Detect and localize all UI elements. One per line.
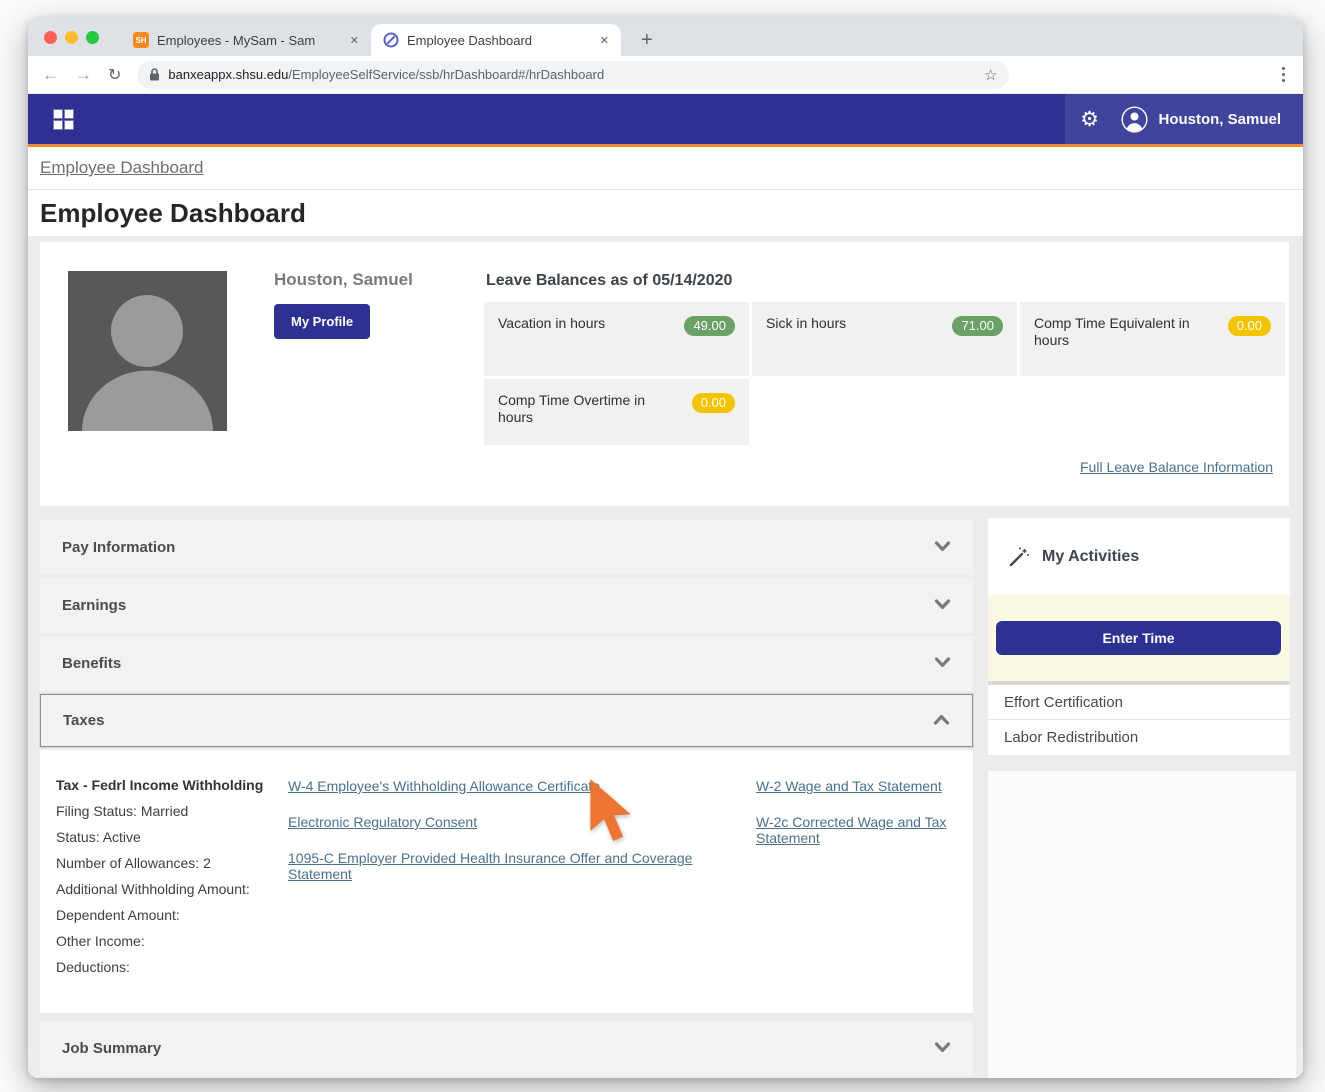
chevron-up-icon <box>933 712 950 730</box>
back-button[interactable]: ← <box>42 65 59 85</box>
chevron-down-icon <box>934 655 951 673</box>
balance-label: Comp Time Equivalent in hours <box>1034 315 1196 363</box>
tax-details: Tax - Fedrl Income Withholding Filing St… <box>56 772 263 980</box>
balance-value-badge: 0.00 <box>692 393 735 413</box>
tax-detail-line: Filing Status: Married <box>56 798 263 824</box>
profile-name: Houston, Samuel <box>274 270 413 290</box>
page-title: Employee Dashboard <box>28 190 1303 236</box>
chevron-down-icon <box>934 1040 951 1058</box>
tax-detail-line: Deductions: <box>56 954 263 980</box>
w2-statement-link[interactable]: W-2 Wage and Tax Statement <box>756 778 956 794</box>
tax-detail-line: Dependent Amount: <box>56 902 263 928</box>
chevron-down-icon <box>934 539 951 557</box>
browser-menu-icon[interactable] <box>1278 63 1289 86</box>
accordion-group: Pay Information Earnings Benefits Taxes <box>40 520 973 1078</box>
accordion-label: Pay Information <box>62 539 175 556</box>
breadcrumb-link[interactable]: Employee Dashboard <box>40 158 203 178</box>
tab-title: Employee Dashboard <box>407 33 532 48</box>
tax-links-column-2: W-2 Wage and Tax Statement W-2c Correcte… <box>756 778 956 866</box>
balance-card-vacation: Vacation in hours 49.00 <box>484 302 749 376</box>
w2c-statement-link[interactable]: W-2c Corrected Wage and Tax Statement <box>756 814 956 846</box>
balance-value-badge: 71.00 <box>952 316 1003 336</box>
my-activities-header: My Activities <box>988 518 1290 595</box>
close-window-button[interactable] <box>44 31 57 44</box>
tax-detail-line: Status: Active <box>56 824 263 850</box>
tax-detail-line: Tax - Fedrl Income Withholding <box>56 772 263 798</box>
full-leave-balance-link[interactable]: Full Leave Balance Information <box>1080 459 1273 475</box>
user-avatar-icon <box>1121 106 1148 133</box>
chevron-down-icon <box>934 597 951 615</box>
tax-detail-line: Additional Withholding Amount: <box>56 876 263 902</box>
tab-close-icon[interactable]: ✕ <box>600 34 609 47</box>
app-menu-grid-icon[interactable] <box>54 110 73 129</box>
tax-detail-line: Number of Allowances: 2 <box>56 850 263 876</box>
balance-value-badge: 49.00 <box>684 316 735 336</box>
browser-window: SH Employees - MySam - Sam Ho ✕ Employee… <box>28 18 1303 1078</box>
profile-photo <box>68 271 227 431</box>
breadcrumb: Employee Dashboard <box>28 147 1303 189</box>
tax-detail-line: Other Income: <box>56 928 263 954</box>
activity-item-labor-redistribution[interactable]: Labor Redistribution <box>988 720 1290 755</box>
bookmark-star-icon[interactable]: ☆ <box>984 66 997 84</box>
zoom-window-button[interactable] <box>86 31 99 44</box>
tab-mysam[interactable]: SH Employees - MySam - Sam Ho ✕ <box>121 24 371 56</box>
accordion-job-summary[interactable]: Job Summary <box>40 1021 973 1076</box>
url-path: /EmployeeSelfService/ssb/hrDashboard#/hr… <box>288 67 604 82</box>
empty-side-panel <box>988 771 1296 1078</box>
balance-card-comp-equivalent: Comp Time Equivalent in hours 0.00 <box>1020 302 1285 376</box>
app-header: ⚙ Houston, Samuel <box>28 94 1303 144</box>
taxes-panel: Tax - Fedrl Income Withholding Filing St… <box>40 750 973 1013</box>
browser-toolbar: ← → ↻ banxeappx.shsu.edu/EmployeeSelfSer… <box>28 56 1303 94</box>
window-controls <box>44 18 99 56</box>
minimize-window-button[interactable] <box>65 31 78 44</box>
header-right-group: ⚙ Houston, Samuel <box>1065 94 1303 144</box>
accordion-benefits[interactable]: Benefits <box>40 636 973 691</box>
leave-balances-heading: Leave Balances as of 05/14/2020 <box>486 272 732 290</box>
my-profile-button[interactable]: My Profile <box>274 304 370 339</box>
tab-employee-dashboard[interactable]: Employee Dashboard ✕ <box>371 24 621 56</box>
magic-wand-icon <box>1008 546 1030 568</box>
leave-balance-cards: Vacation in hours 49.00 Sick in hours 71… <box>484 302 1285 445</box>
balance-label: Sick in hours <box>766 315 928 363</box>
sh-logo-icon: SH <box>133 32 149 48</box>
enter-time-section: Enter Time <box>988 595 1290 681</box>
tab-title: Employees - MySam - Sam Ho <box>157 33 315 48</box>
cursor-pointer-icon <box>586 776 634 859</box>
accordion-pay-information[interactable]: Pay Information <box>40 520 973 575</box>
my-activities-panel: My Activities Enter Time Effort Certific… <box>988 518 1290 755</box>
balance-card-sick: Sick in hours 71.00 <box>752 302 1017 376</box>
balance-card-comp-overtime: Comp Time Overtime in hours 0.00 <box>484 379 749 445</box>
accordion-label: Job Summary <box>62 1040 161 1057</box>
balance-value-badge: 0.00 <box>1228 316 1271 336</box>
my-activities-heading: My Activities <box>1042 548 1139 566</box>
accordion-label: Benefits <box>62 655 121 672</box>
tab-close-icon[interactable]: ✕ <box>350 34 359 47</box>
url-bar[interactable]: banxeappx.shsu.edu/EmployeeSelfService/s… <box>137 61 1009 89</box>
ellucian-logo-icon <box>383 32 399 48</box>
page-body: Houston, Samuel My Profile Leave Balance… <box>28 236 1303 1078</box>
settings-gear-icon[interactable]: ⚙ <box>1065 107 1113 132</box>
person-silhouette-icon <box>68 271 227 431</box>
accordion-earnings[interactable]: Earnings <box>40 578 973 633</box>
employee-summary-card: Houston, Samuel My Profile Leave Balance… <box>40 242 1289 506</box>
url-domain: banxeappx.shsu.edu <box>168 67 288 82</box>
lock-icon <box>149 68 160 81</box>
forward-button[interactable]: → <box>75 65 92 85</box>
url-text: banxeappx.shsu.edu/EmployeeSelfService/s… <box>168 66 604 84</box>
accordion-taxes[interactable]: Taxes <box>40 694 973 747</box>
accordion-label: Taxes <box>63 712 104 729</box>
activity-item-effort-certification[interactable]: Effort Certification <box>988 685 1290 720</box>
balance-label: Vacation in hours <box>498 315 660 363</box>
tab-strip: SH Employees - MySam - Sam Ho ✕ Employee… <box>28 18 1303 56</box>
user-name: Houston, Samuel <box>1158 111 1281 128</box>
balance-label: Comp Time Overtime in hours <box>498 392 660 432</box>
reload-button[interactable]: ↻ <box>108 65 121 85</box>
user-menu[interactable]: Houston, Samuel <box>1113 106 1303 133</box>
enter-time-button[interactable]: Enter Time <box>996 621 1281 655</box>
accordion-label: Earnings <box>62 597 126 614</box>
new-tab-button[interactable]: + <box>635 24 659 56</box>
